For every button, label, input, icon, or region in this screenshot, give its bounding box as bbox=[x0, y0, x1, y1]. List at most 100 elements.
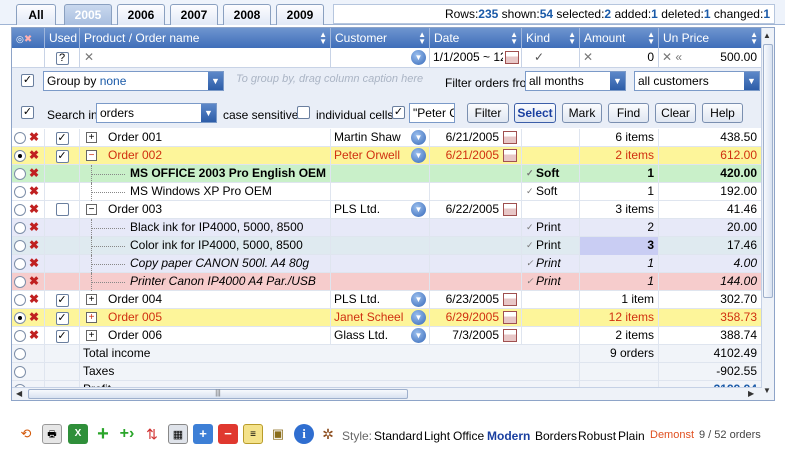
header-date[interactable]: Date ▲ ▼ bbox=[430, 28, 522, 48]
used-cell[interactable] bbox=[45, 201, 80, 219]
row-radio[interactable] bbox=[14, 240, 26, 252]
price-cell[interactable]: 144.00 bbox=[659, 273, 762, 291]
used-cell[interactable]: ✓ bbox=[45, 147, 80, 165]
scroll-up-icon[interactable]: ▲ bbox=[763, 31, 771, 40]
expand-icon[interactable]: + bbox=[86, 312, 97, 323]
delete-row-icon[interactable]: ✖ bbox=[29, 185, 39, 198]
row-radio[interactable] bbox=[14, 168, 26, 180]
price-cell[interactable]: 4.00 bbox=[659, 255, 762, 273]
product-filter[interactable]: ✕ bbox=[80, 48, 331, 67]
row-select-cell[interactable]: ✖ bbox=[12, 201, 45, 219]
months-select[interactable]: all months ▼ bbox=[525, 71, 626, 91]
kind-cell[interactable]: ✓ Print bbox=[522, 219, 580, 237]
refresh-icon[interactable]: ⟲ bbox=[16, 424, 36, 444]
delete-row-icon[interactable]: ✖ bbox=[29, 149, 39, 162]
customer-cell[interactable]: Glass Ltd. ▼ bbox=[331, 327, 430, 345]
amount-cell[interactable]: 12 items bbox=[580, 309, 659, 327]
tab-2008[interactable]: 2008 bbox=[223, 4, 271, 25]
item-row[interactable]: ✖ MS OFFICE 2003 Pro English OEM ✓ Soft 1 420… bbox=[12, 165, 762, 183]
customer-cell[interactable]: PLS Ltd. ▼ bbox=[331, 201, 430, 219]
row-select-cell[interactable]: ✖ bbox=[12, 129, 45, 147]
row-radio[interactable] bbox=[14, 204, 26, 216]
search-input[interactable]: "Peter C bbox=[409, 103, 455, 123]
chevron-down-icon[interactable]: ▼ bbox=[411, 148, 426, 163]
clear-button[interactable]: Clear bbox=[655, 103, 696, 123]
amount-cell[interactable]: 6 items bbox=[580, 129, 659, 147]
amount-cell[interactable]: 2 items bbox=[580, 327, 659, 345]
customer-cell[interactable]: PLS Ltd. ▼ bbox=[331, 291, 430, 309]
used-checkbox[interactable]: ✓ bbox=[55, 294, 69, 307]
row-select-cell[interactable]: ✖ bbox=[12, 273, 45, 291]
price-cell[interactable]: 612.00 bbox=[659, 147, 762, 165]
lock-icon[interactable]: ▣ bbox=[268, 424, 288, 444]
price-cell[interactable]: 358.73 bbox=[659, 309, 762, 327]
used-checkbox[interactable]: ✓ bbox=[55, 132, 69, 145]
amount-cell[interactable]: 1 bbox=[580, 273, 659, 291]
header-kind[interactable]: Kind ▲ ▼ bbox=[522, 28, 580, 48]
find-button[interactable]: Find bbox=[608, 103, 649, 123]
chevron-down-icon[interactable]: ▼ bbox=[411, 202, 426, 217]
customer-cell[interactable]: Peter Orwell ▼ bbox=[331, 147, 430, 165]
header-customer[interactable]: Customer ▲ ▼ bbox=[331, 28, 430, 48]
vertical-scrollbar[interactable]: ▲ ▼ bbox=[761, 28, 774, 400]
row-select-cell[interactable]: ✖ bbox=[12, 147, 45, 165]
search-in-select[interactable]: orders ▼ bbox=[96, 103, 217, 123]
settings-icon[interactable]: ✲ bbox=[318, 424, 338, 444]
order-row[interactable]: ✖ ✓ + Order 001 Martin Shaw ▼ 6/21/2005 6 items… bbox=[12, 129, 762, 147]
used-cell[interactable]: ✓ bbox=[45, 309, 80, 327]
delete-row-icon[interactable]: ✖ bbox=[29, 221, 39, 234]
order-row[interactable]: ✖ − Order 003 PLS Ltd. ▼ 6/22/2005 3 items 41.4… bbox=[12, 201, 762, 219]
product-cell[interactable]: MS Windows XP Pro OEM bbox=[80, 183, 331, 201]
product-cell[interactable]: + Order 004 bbox=[80, 291, 331, 309]
price-filter[interactable]: ✕ « 500.00 bbox=[659, 48, 762, 67]
style-demonst[interactable]: Demonst bbox=[650, 429, 694, 441]
row-radio[interactable] bbox=[14, 222, 26, 234]
tab-2006[interactable]: 2006 bbox=[117, 4, 165, 25]
amount-cell[interactable]: 1 bbox=[580, 183, 659, 201]
price-cell[interactable]: 41.46 bbox=[659, 201, 762, 219]
kind-cell[interactable]: ✓ Soft bbox=[522, 165, 580, 183]
used-cell[interactable]: ✓ bbox=[45, 291, 80, 309]
notes-icon[interactable]: ≡ bbox=[243, 424, 263, 444]
delete-row-icon[interactable]: ✖ bbox=[29, 293, 39, 306]
expand-icon[interactable]: + bbox=[86, 330, 97, 341]
item-row[interactable]: ✖ Printer Canon IP4000 A4 Par./USB ✓ Print 1… bbox=[12, 273, 762, 291]
row-radio[interactable] bbox=[14, 276, 26, 288]
vertical-scroll-thumb[interactable] bbox=[763, 44, 773, 298]
delete-row-icon[interactable]: ✖ bbox=[29, 311, 39, 324]
used-filter[interactable]: ? bbox=[45, 48, 80, 67]
calendar-icon[interactable] bbox=[503, 203, 517, 216]
style-plain[interactable]: Plain bbox=[618, 429, 645, 443]
row-select-cell[interactable]: ✖ bbox=[12, 183, 45, 201]
row-radio[interactable] bbox=[14, 348, 26, 360]
calendar-icon[interactable] bbox=[503, 293, 517, 306]
row-select-cell[interactable]: ✖ bbox=[12, 309, 45, 327]
amount-cell[interactable]: 3 bbox=[580, 237, 659, 255]
chevron-down-icon[interactable]: ▼ bbox=[411, 130, 426, 145]
row-select-cell[interactable]: ✖ bbox=[12, 291, 45, 309]
item-row[interactable]: ✖ Black ink for IP4000, 5000, 8500 ✓ Print 2… bbox=[12, 219, 762, 237]
customer-cell[interactable]: Janet Scheel ▼ bbox=[331, 309, 430, 327]
delete-row-icon[interactable]: ✖ bbox=[29, 167, 39, 180]
item-row[interactable]: ✖ MS Windows XP Pro OEM ✓ Soft 1 192.00 bbox=[12, 183, 762, 201]
filter-button[interactable]: Filter bbox=[467, 103, 509, 123]
date-cell[interactable]: 6/21/2005 bbox=[430, 129, 522, 147]
collapse-icon[interactable]: − bbox=[86, 150, 97, 161]
price-cell[interactable]: 302.70 bbox=[659, 291, 762, 309]
item-row[interactable]: ✖ Copy paper CANON 500l. A4 80g ✓ Print 1 4.0… bbox=[12, 255, 762, 273]
individual-cells-checkbox[interactable] bbox=[297, 106, 310, 119]
group-by-select[interactable]: Group by none ▼ bbox=[43, 71, 224, 91]
calendar-icon[interactable] bbox=[503, 311, 517, 324]
scroll-down-icon[interactable]: ▼ bbox=[763, 386, 771, 395]
customers-select[interactable]: all customers ▼ bbox=[634, 71, 760, 91]
product-cell[interactable]: Color ink for IP4000, 5000, 8500 bbox=[80, 237, 331, 255]
tab-2005[interactable]: 2005 bbox=[64, 4, 112, 25]
row-radio[interactable] bbox=[14, 294, 26, 306]
date-cell[interactable]: 6/22/2005 bbox=[430, 201, 522, 219]
tab-2007[interactable]: 2007 bbox=[170, 4, 218, 25]
calendar-icon[interactable] bbox=[503, 329, 517, 342]
excel-icon[interactable]: X bbox=[68, 424, 88, 444]
order-row[interactable]: ✖ ✓ + Order 005 Janet Scheel ▼ 6/29/2005 12 ite… bbox=[12, 309, 762, 327]
style-light[interactable]: Light bbox=[424, 429, 450, 443]
product-cell[interactable]: + Order 006 bbox=[80, 327, 331, 345]
